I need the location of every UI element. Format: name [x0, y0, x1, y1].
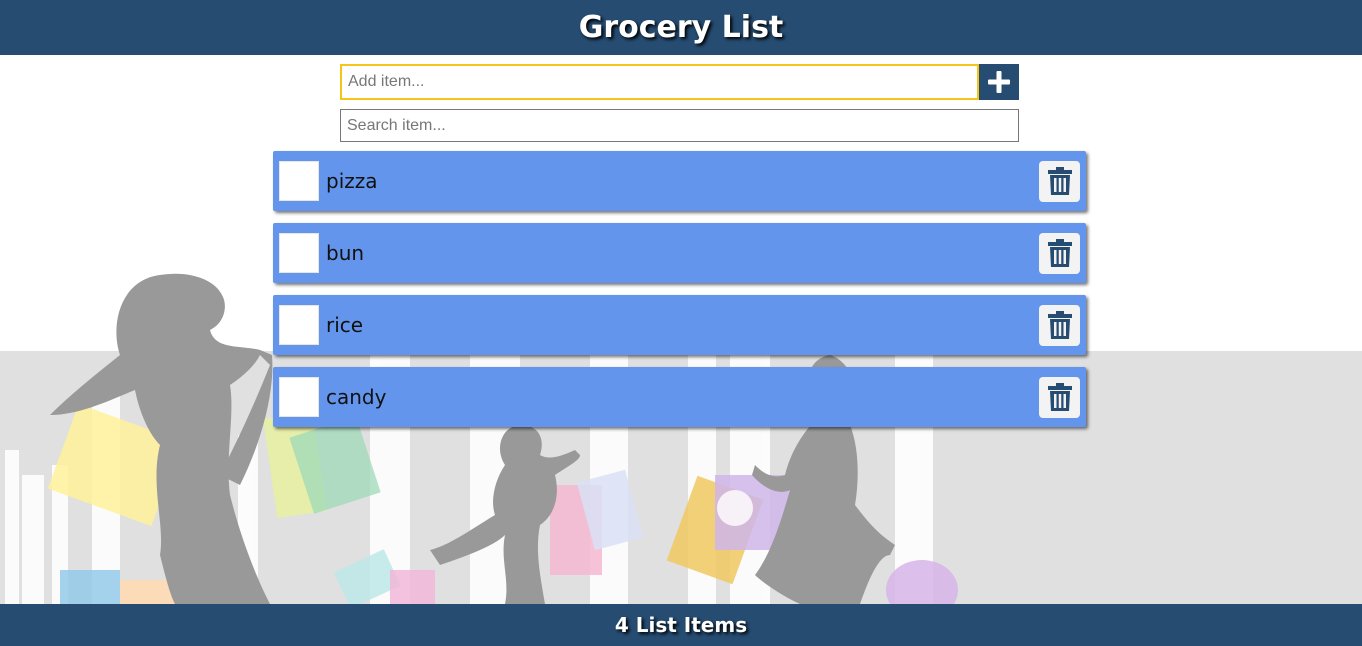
- list-item: pizza: [273, 151, 1086, 211]
- list-item: rice: [273, 295, 1086, 355]
- item-checkbox[interactable]: [279, 233, 319, 273]
- list-item: candy: [273, 367, 1086, 427]
- item-checkbox[interactable]: [279, 377, 319, 417]
- delete-item-button[interactable]: [1039, 376, 1080, 418]
- item-checkbox[interactable]: [279, 305, 319, 345]
- add-item-button[interactable]: [979, 64, 1019, 100]
- trash-icon: [1047, 167, 1072, 195]
- item-count: 4 List Items: [614, 613, 748, 637]
- plus-icon: [988, 71, 1010, 93]
- item-label: candy: [326, 385, 387, 409]
- app-header: Grocery List: [0, 0, 1362, 55]
- item-checkbox[interactable]: [279, 161, 319, 201]
- delete-item-button[interactable]: [1039, 160, 1080, 202]
- item-label: bun: [326, 241, 365, 265]
- app-footer: 4 List Items: [0, 604, 1362, 646]
- list-item: bun: [273, 223, 1086, 283]
- add-item-input[interactable]: [340, 64, 979, 100]
- delete-item-button[interactable]: [1039, 304, 1080, 346]
- search-input[interactable]: [340, 109, 1019, 142]
- item-label: pizza: [326, 169, 378, 193]
- trash-icon: [1047, 311, 1072, 339]
- page-title: Grocery List: [578, 10, 784, 45]
- delete-item-button[interactable]: [1039, 232, 1080, 274]
- item-label: rice: [326, 313, 364, 337]
- add-item-row: [340, 64, 1019, 100]
- trash-icon: [1047, 383, 1072, 411]
- trash-icon: [1047, 239, 1072, 267]
